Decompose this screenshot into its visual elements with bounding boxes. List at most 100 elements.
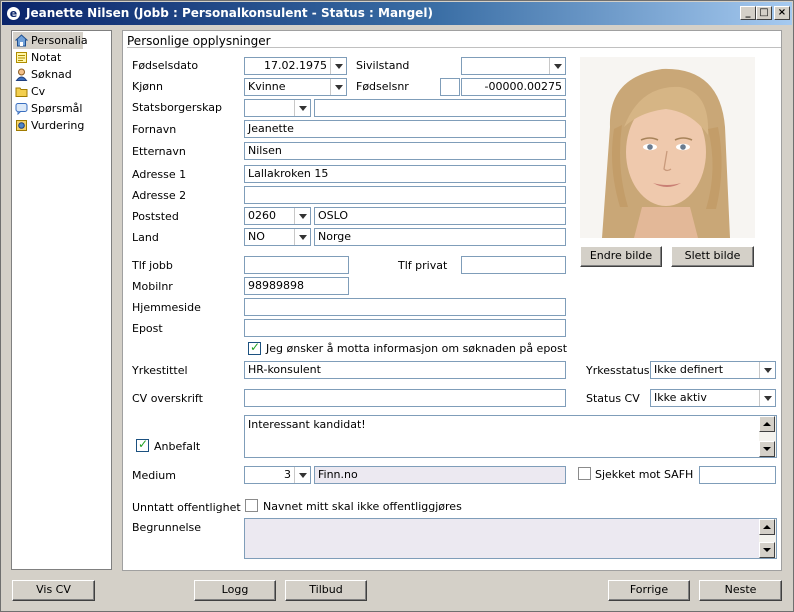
offer-button[interactable]: Tilbud (285, 580, 367, 601)
evaluation-icon (15, 119, 28, 132)
country-name-field[interactable]: Norge (314, 228, 566, 246)
app-logo-icon: e (6, 6, 21, 21)
homepage-field[interactable] (244, 298, 566, 316)
country-code-select[interactable]: NO (244, 228, 311, 246)
marital-status-label: Sivilstand (356, 59, 410, 72)
birthdate-picker[interactable]: 17.02.1975 (244, 57, 347, 75)
ssn-prefix-field[interactable] (440, 78, 460, 96)
address2-field[interactable] (244, 186, 566, 204)
sidebar-item-cv[interactable]: Cv (13, 83, 83, 100)
address2-label: Adresse 2 (132, 189, 187, 202)
chevron-down-icon[interactable] (759, 390, 775, 406)
recommended-label: Anbefalt (154, 440, 201, 453)
note-icon (15, 51, 28, 64)
chevron-down-icon[interactable] (294, 467, 310, 483)
medium-name-field: Finn.no (314, 466, 566, 484)
title-bar[interactable]: e Jeanette Nilsen (Jobb : Personalkonsul… (2, 2, 792, 25)
recommended-checkbox[interactable] (136, 437, 149, 452)
email-label: Epost (132, 322, 163, 335)
postal-city-field[interactable]: OSLO (314, 207, 566, 225)
job-title-field[interactable]: HR-konsulent (244, 361, 566, 379)
justification-label: Begrunnelse (132, 521, 202, 534)
person-icon (15, 68, 28, 81)
citizenship-name-field[interactable] (314, 99, 566, 117)
safh-label: Sjekket mot SAFH (595, 468, 694, 481)
application-window: e Jeanette Nilsen (Jobb : Personalkonsul… (0, 0, 794, 612)
cv-heading-field[interactable] (244, 389, 566, 407)
birthdate-value: 17.02.1975 (264, 59, 327, 72)
exempt-checkbox[interactable] (245, 499, 258, 512)
scroll-down-button[interactable] (759, 542, 775, 558)
chevron-down-icon[interactable] (294, 100, 310, 116)
sidebar-item-label: Vurdering (31, 119, 85, 132)
scroll-up-button[interactable] (759, 519, 775, 535)
work-phone-field[interactable] (244, 256, 349, 274)
job-status-select[interactable]: Ikke definert (650, 361, 776, 379)
cv-status-select[interactable]: Ikke aktiv (650, 389, 776, 407)
exempt-checkbox-label: Navnet mitt skal ikke offentliggjøres (263, 500, 462, 513)
scroll-up-button[interactable] (759, 416, 775, 432)
sidebar-item-soknad[interactable]: Søknad (13, 66, 83, 83)
house-icon (14, 34, 29, 47)
mobile-label: Mobilnr (132, 280, 173, 293)
previous-button[interactable]: Forrige (608, 580, 690, 601)
sidebar-item-personalia[interactable]: Personalia (13, 32, 88, 49)
cv-status-value: Ikke aktiv (654, 391, 707, 404)
sidebar-item-label: Spørsmål (31, 102, 83, 115)
first-name-label: Fornavn (132, 123, 177, 136)
medium-code-select[interactable]: 3 (244, 466, 311, 484)
safh-checkbox[interactable] (578, 467, 591, 480)
sidebar-item-notat[interactable]: Notat (13, 49, 83, 66)
chevron-down-icon[interactable] (759, 362, 775, 378)
maximize-button[interactable]: □ (756, 6, 772, 20)
sidebar-nav: Personalia Notat Søknad Cv Spørsmål Vurd… (11, 30, 112, 570)
work-phone-label: Tlf jobb (132, 259, 173, 272)
justification-textarea[interactable] (244, 518, 777, 559)
last-name-field[interactable]: Nilsen (244, 142, 566, 160)
window-title: Jeanette Nilsen (Jobb : Personalkonsulen… (26, 6, 433, 20)
postal-code-select[interactable]: 0260 (244, 207, 311, 225)
sidebar-item-sporsmal[interactable]: Spørsmål (13, 100, 83, 117)
chevron-down-icon[interactable] (294, 229, 310, 245)
address1-field[interactable]: Lallakroken 15 (244, 165, 566, 183)
birthdate-label: Fødselsdato (132, 59, 199, 72)
next-button[interactable]: Neste (699, 580, 782, 601)
scroll-down-button[interactable] (759, 441, 775, 457)
chevron-down-icon[interactable] (549, 58, 565, 74)
chevron-down-icon[interactable] (330, 79, 346, 95)
sidebar-item-label: Personalia (31, 34, 88, 47)
gender-label: Kjønn (132, 80, 163, 93)
sidebar-item-vurdering[interactable]: Vurdering (13, 117, 85, 134)
gender-select[interactable]: Kvinne (244, 78, 347, 96)
job-title-label: Yrkestittel (132, 364, 188, 377)
recommendation-note-textarea[interactable]: Interessant kandidat! (244, 415, 777, 458)
private-phone-field[interactable] (461, 256, 566, 274)
safh-field[interactable] (699, 466, 776, 484)
chevron-down-icon[interactable] (294, 208, 310, 224)
show-cv-button[interactable]: Vis CV (12, 580, 95, 601)
marital-status-select[interactable] (461, 57, 566, 75)
close-button[interactable]: × (774, 6, 790, 20)
country-code-value: NO (248, 230, 265, 243)
mobile-field[interactable]: 98989898 (244, 277, 349, 295)
log-button[interactable]: Logg (194, 580, 276, 601)
email-field[interactable] (244, 319, 566, 337)
email-info-checkbox[interactable] (248, 340, 261, 355)
gender-value: Kvinne (248, 80, 286, 93)
note-scrollbar[interactable] (759, 416, 776, 457)
address1-label: Adresse 1 (132, 168, 187, 181)
change-photo-button[interactable]: Endre bilde (580, 246, 662, 267)
ssn-field[interactable]: -00000.00275 (461, 78, 566, 96)
private-phone-label: Tlf privat (398, 259, 448, 272)
sidebar-item-label: Notat (31, 51, 62, 64)
justification-scrollbar[interactable] (759, 519, 776, 558)
minimize-button[interactable]: _ (740, 6, 756, 20)
country-label: Land (132, 231, 159, 244)
chevron-down-icon[interactable] (330, 58, 346, 74)
delete-photo-button[interactable]: Slett bilde (671, 246, 754, 267)
citizenship-code-select[interactable] (244, 99, 311, 117)
first-name-field[interactable]: Jeanette (244, 120, 566, 138)
job-status-value: Ikke definert (654, 363, 724, 376)
question-icon (15, 102, 28, 116)
ssn-label: Fødselsnr (356, 80, 409, 93)
